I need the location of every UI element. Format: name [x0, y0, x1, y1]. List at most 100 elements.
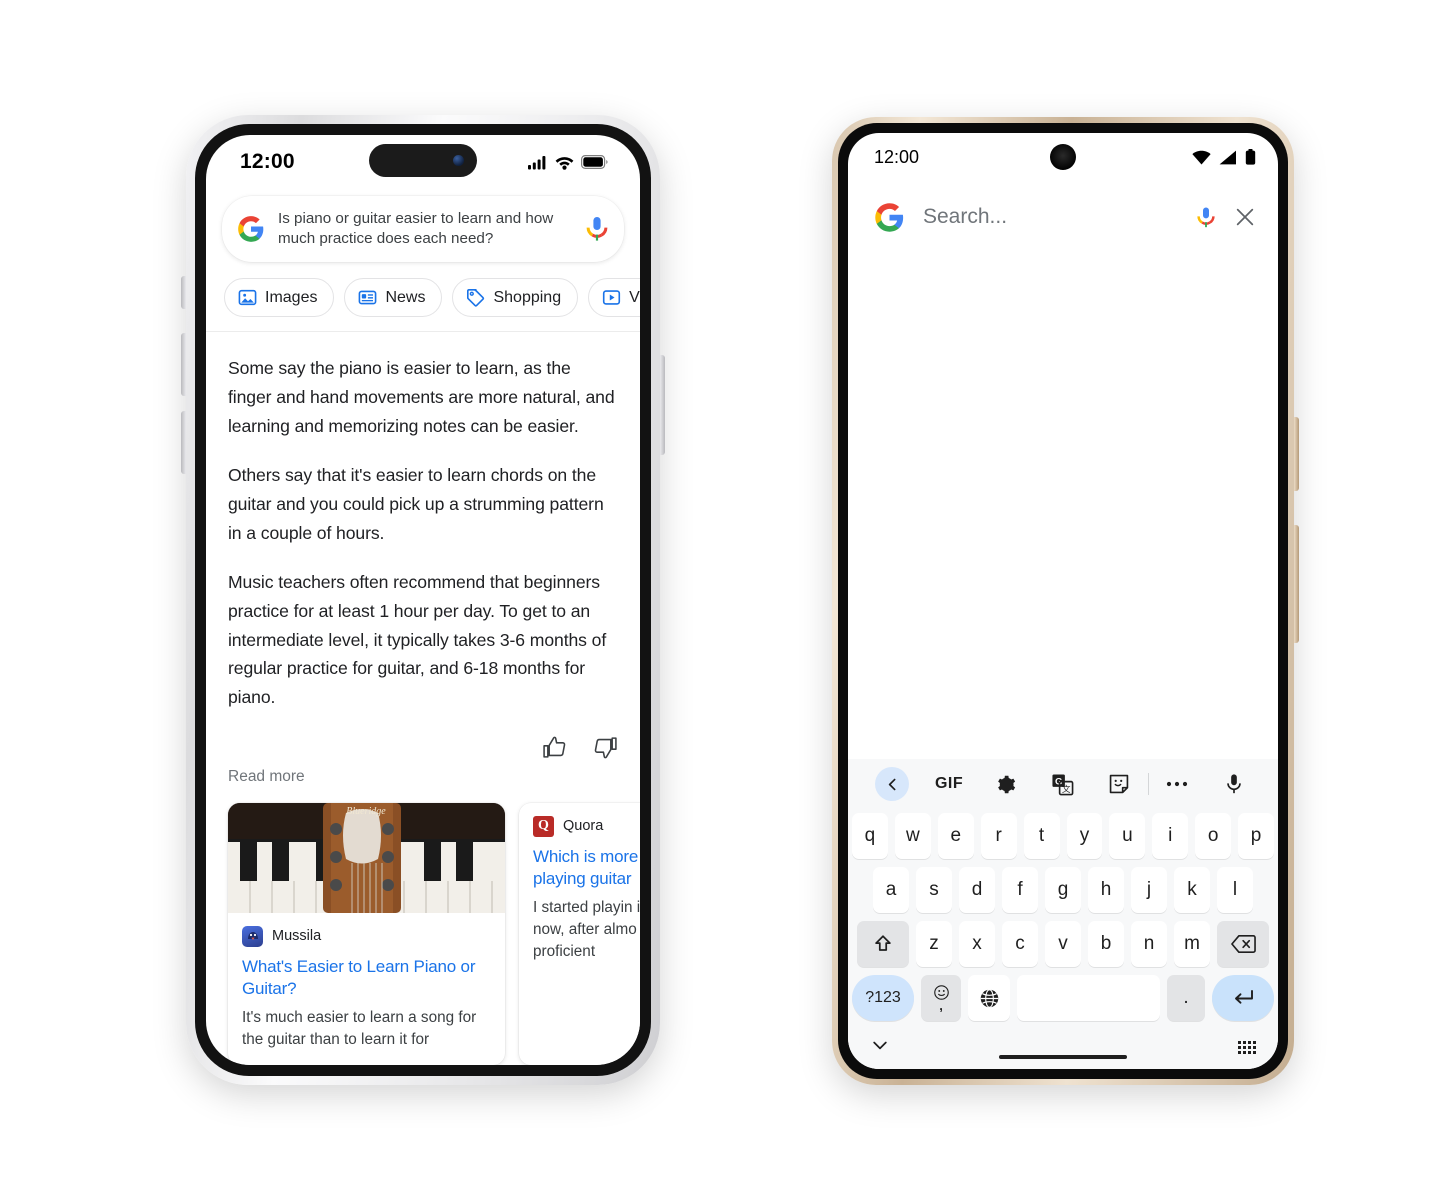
key-s[interactable]: s — [916, 867, 952, 913]
more-options-icon[interactable] — [1149, 780, 1206, 788]
android-power-button[interactable] — [1294, 417, 1299, 491]
screenshot-stage: 12:00 Is piano or guitar easier to learn… — [0, 0, 1440, 1200]
search-bar-container: Is piano or guitar easier to learn and h… — [206, 189, 640, 263]
key-k[interactable]: k — [1174, 867, 1210, 913]
key-m[interactable]: m — [1174, 921, 1210, 967]
google-logo — [238, 216, 264, 243]
numeric-switch-key[interactable]: ?123 — [852, 975, 914, 1021]
close-icon[interactable] — [1234, 206, 1256, 228]
quora-favicon: Q — [533, 815, 554, 837]
iphone-mute-switch[interactable] — [181, 276, 186, 309]
keyboard-bottom-bar — [848, 1025, 1278, 1065]
feedback-controls — [206, 733, 640, 760]
key-y[interactable]: y — [1066, 813, 1103, 859]
iphone-power-button[interactable] — [660, 355, 665, 455]
status-clock: 12:00 — [874, 146, 920, 167]
chip-images[interactable]: Images — [224, 278, 335, 318]
key-w[interactable]: w — [894, 813, 931, 859]
front-camera-icon — [1050, 144, 1076, 170]
iphone-bezel: 12:00 Is piano or guitar easier to learn… — [195, 124, 651, 1076]
emoji-key-icon[interactable]: , — [921, 975, 961, 1021]
iphone-screen: 12:00 Is piano or guitar easier to learn… — [206, 135, 640, 1065]
thumbs-down-icon[interactable] — [593, 735, 618, 760]
key-l[interactable]: l — [1217, 867, 1253, 913]
news-article-icon — [359, 291, 377, 305]
card-thumbnail-piano-guitar: Blueridge — [228, 802, 505, 913]
answer-paragraph: Others say that it's easier to learn cho… — [228, 465, 604, 543]
svg-text:文: 文 — [1062, 782, 1071, 793]
search-results-area — [848, 243, 1278, 759]
key-h[interactable]: h — [1088, 867, 1124, 913]
back-chevron-icon[interactable] — [875, 767, 910, 801]
key-p[interactable]: p — [1238, 813, 1275, 859]
key-u[interactable]: u — [1109, 813, 1146, 859]
microphone-icon[interactable] — [1196, 205, 1216, 230]
key-q[interactable]: q — [851, 813, 888, 859]
chevron-down-icon[interactable] — [870, 1035, 890, 1060]
sticker-icon[interactable] — [1091, 773, 1148, 795]
android-search-bar[interactable]: Search... — [848, 181, 1278, 243]
cellular-signal-icon — [528, 155, 546, 169]
price-tag-icon — [467, 289, 485, 308]
iphone-volume-down-button[interactable] — [181, 411, 186, 474]
microphone-icon[interactable] — [1205, 773, 1262, 795]
thumbnail-artwork: Blueridge — [228, 802, 505, 913]
search-bar[interactable]: Is piano or guitar easier to learn and h… — [222, 196, 624, 263]
key-z[interactable]: z — [916, 921, 952, 967]
search-input[interactable]: Search... — [923, 205, 1178, 229]
key-v[interactable]: v — [1045, 921, 1081, 967]
microphone-icon[interactable] — [585, 215, 609, 243]
iphone-volume-up-button[interactable] — [181, 333, 186, 396]
gear-icon[interactable] — [977, 774, 1034, 795]
key-o[interactable]: o — [1195, 813, 1232, 859]
thumbs-up-icon[interactable] — [542, 735, 567, 760]
keyboard-switch-icon[interactable] — [1238, 1040, 1256, 1054]
keyboard-toolbar-back[interactable] — [864, 767, 921, 801]
key-f[interactable]: f — [1002, 867, 1038, 913]
key-e[interactable]: e — [937, 813, 974, 859]
status-indicators — [528, 155, 608, 170]
key-x[interactable]: x — [959, 921, 995, 967]
key-d[interactable]: d — [959, 867, 995, 913]
card-source-name: Quora — [563, 818, 604, 835]
keyboard-row-2: a s d f g h j k l — [848, 863, 1278, 917]
google-logo — [875, 202, 904, 232]
card-title[interactable]: Which is more playing piano playing guit… — [519, 837, 640, 890]
period-key[interactable]: . — [1167, 975, 1205, 1021]
key-t[interactable]: t — [1023, 813, 1060, 859]
chip-shopping[interactable]: Shopping — [452, 278, 579, 318]
chip-videos[interactable]: Videos — [588, 278, 640, 318]
key-g[interactable]: g — [1045, 867, 1081, 913]
read-more-link[interactable]: Read more — [206, 760, 640, 786]
key-j[interactable]: j — [1131, 867, 1167, 913]
language-globe-icon[interactable] — [968, 975, 1010, 1021]
source-card[interactable]: Blueridge Mussila What's Easier to Learn… — [228, 802, 505, 1065]
android-screen: 12:00 Search... GIF G 文 q w e r t y u i … — [848, 133, 1278, 1069]
card-title[interactable]: What's Easier to Learn Piano or Guitar? — [228, 947, 505, 1000]
key-i[interactable]: i — [1152, 813, 1189, 859]
shift-key-icon[interactable] — [857, 921, 909, 967]
space-key[interactable] — [1017, 975, 1160, 1021]
key-a[interactable]: a — [873, 867, 909, 913]
gif-label: GIF — [934, 775, 964, 792]
chip-label: Videos — [629, 288, 640, 306]
key-n[interactable]: n — [1131, 921, 1167, 967]
ai-answer-block: Some say the piano is easier to learn, a… — [206, 332, 640, 711]
source-cards-carousel[interactable]: Blueridge Mussila What's Easier to Learn… — [206, 786, 640, 1065]
backspace-key-icon[interactable] — [1217, 921, 1269, 967]
chip-news[interactable]: News — [344, 278, 443, 318]
cellular-signal-icon — [1219, 150, 1236, 164]
key-r[interactable]: r — [980, 813, 1017, 859]
enter-key-icon[interactable] — [1212, 975, 1274, 1021]
gif-button[interactable]: GIF — [921, 775, 978, 793]
search-query-text: Is piano or guitar easier to learn and h… — [278, 210, 554, 248]
comma-label: , — [939, 998, 943, 1014]
home-indicator[interactable] — [999, 1055, 1127, 1059]
source-card[interactable]: Q Quora Which is more playing piano play… — [519, 802, 640, 1065]
android-volume-button[interactable] — [1294, 525, 1299, 643]
card-source: Mussila — [228, 913, 505, 947]
translate-icon[interactable]: G 文 — [1034, 773, 1091, 796]
chip-label: Images — [265, 288, 318, 306]
key-b[interactable]: b — [1088, 921, 1124, 967]
key-c[interactable]: c — [1002, 921, 1038, 967]
